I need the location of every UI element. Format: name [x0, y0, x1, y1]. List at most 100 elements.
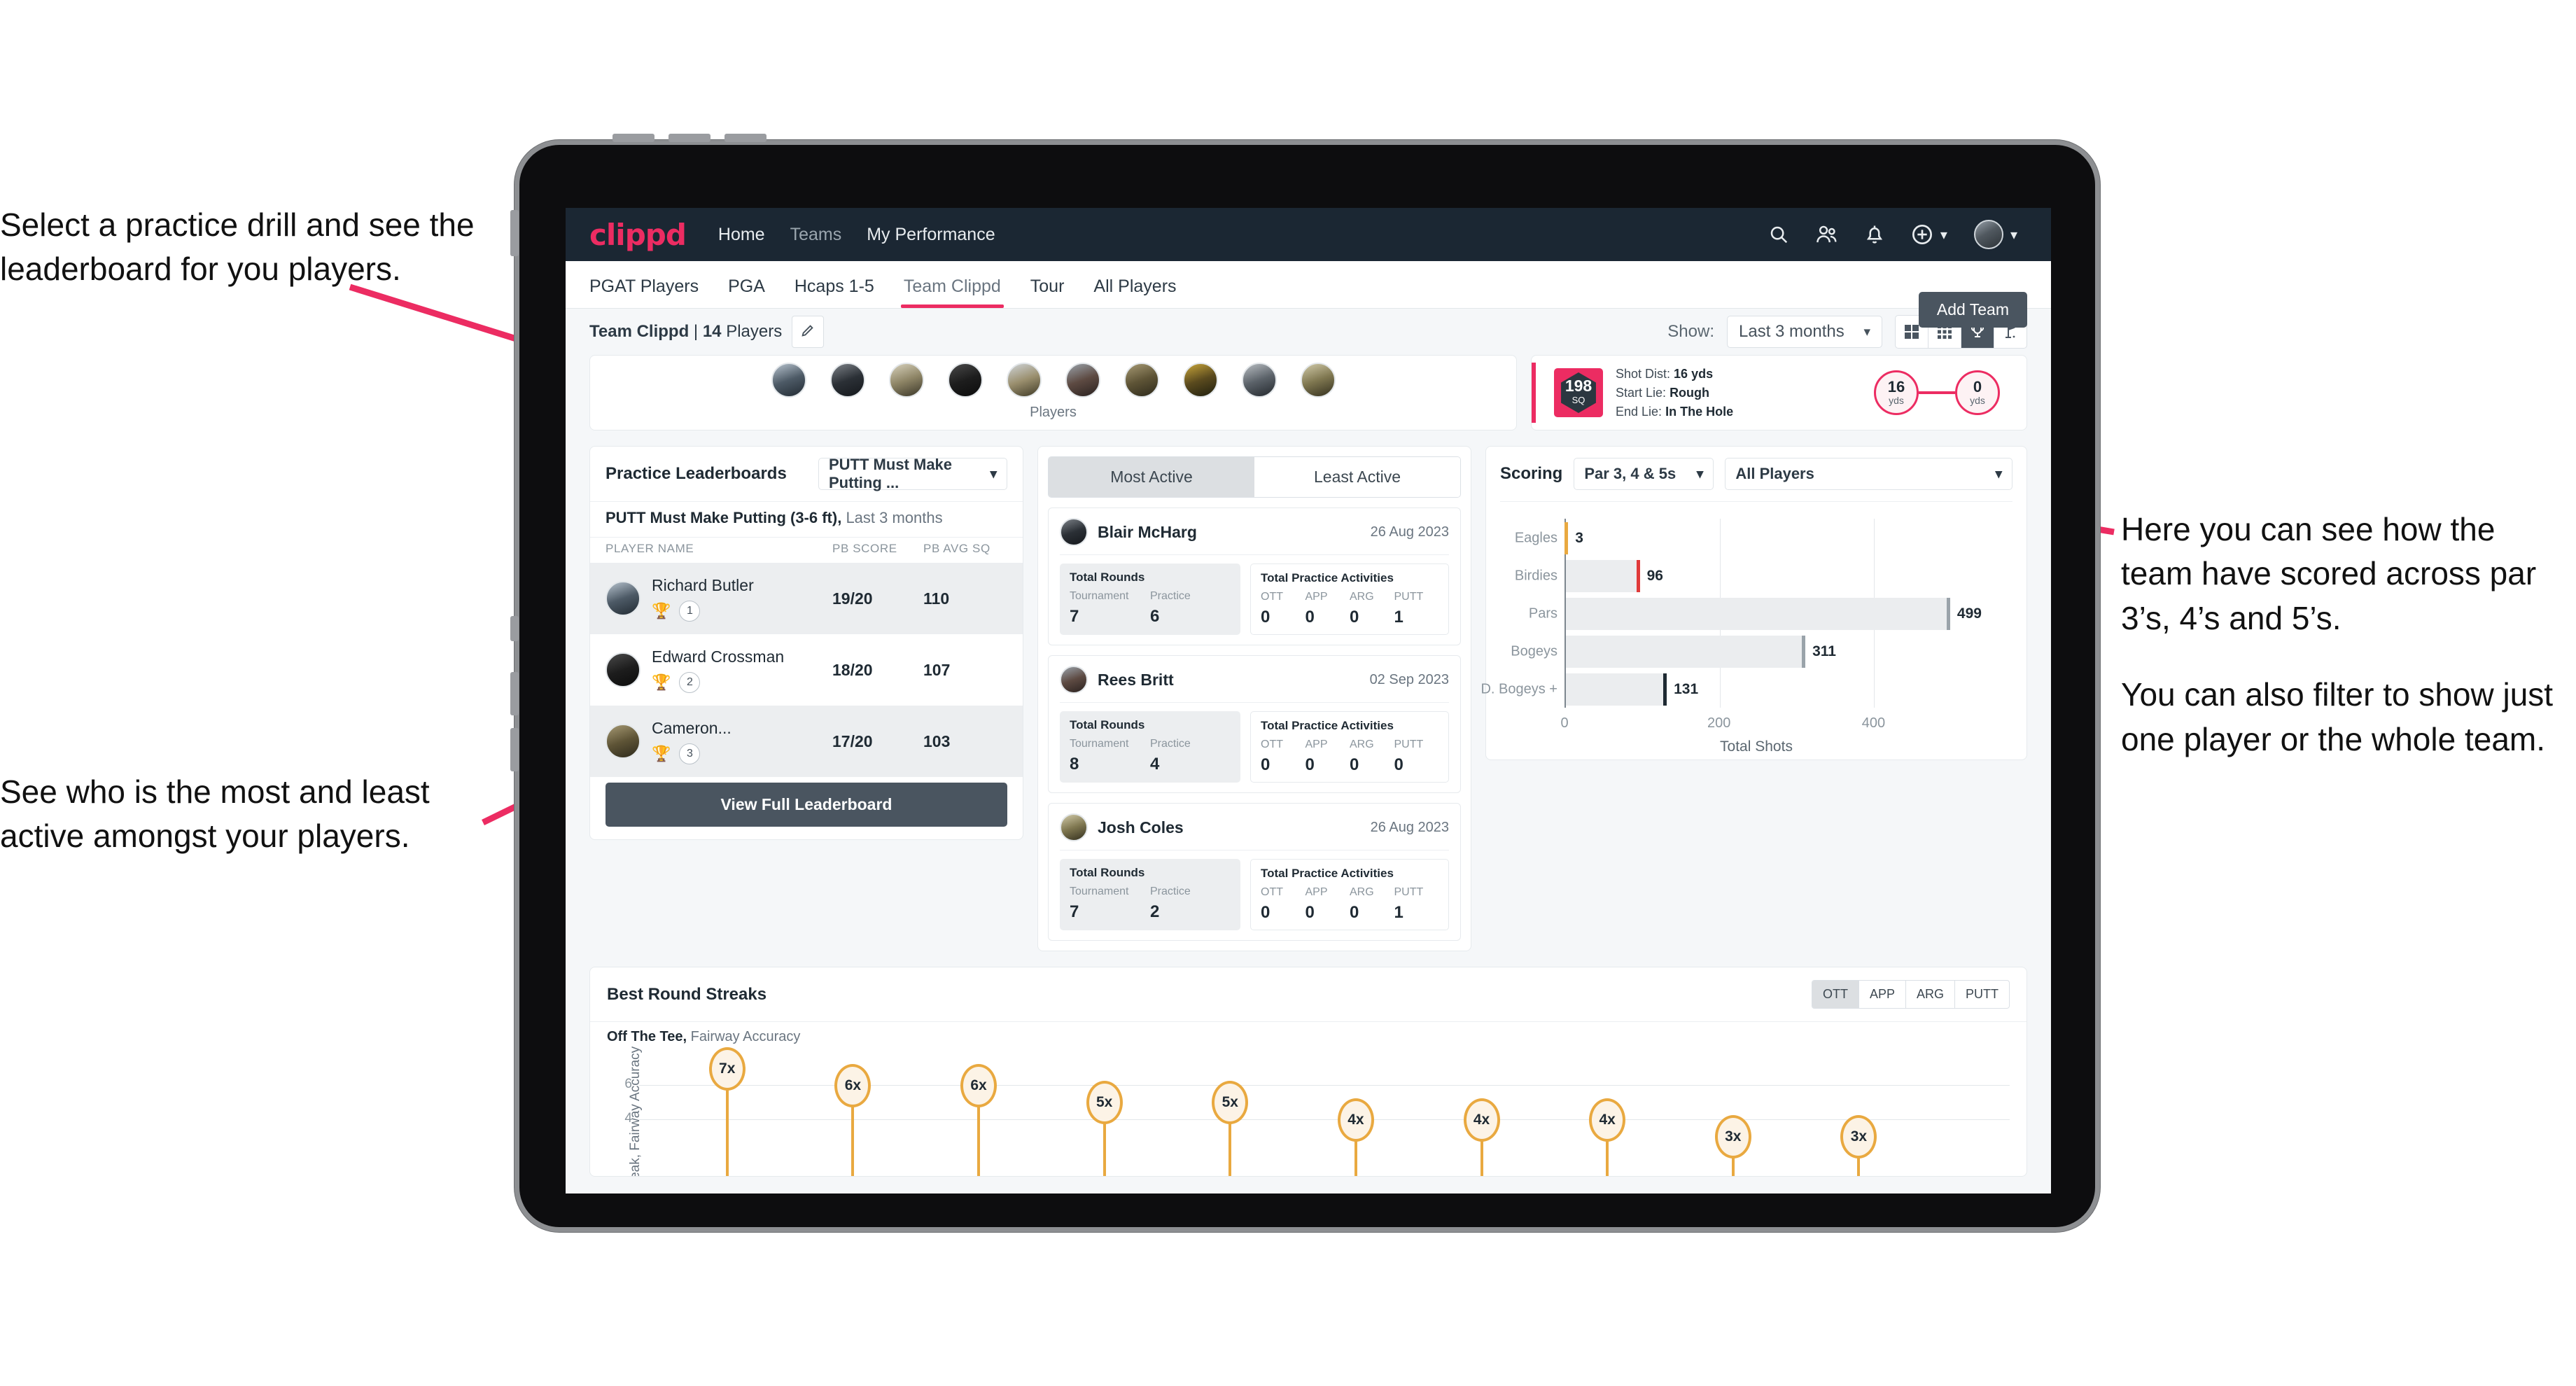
plus-circle-menu[interactable]: ▾ [1911, 223, 1947, 246]
clippd-logo[interactable]: clippd [589, 218, 687, 252]
tournament-label: Tournament [1070, 886, 1129, 897]
start-distance-circle: 16 yds [1874, 370, 1919, 415]
practice-label: Practice [1150, 590, 1191, 602]
table-row[interactable]: Richard Butler 🏆 1 19/20 110 [590, 563, 1023, 634]
show-label: Show: [1667, 322, 1714, 341]
drill-select-value: PUTT Must Make Putting ... [829, 456, 953, 491]
streak-marker[interactable]: 4x [1463, 1098, 1500, 1142]
table-row[interactable]: Edward Crossman 🏆 2 18/20 107 [590, 634, 1023, 706]
streaks-button-app[interactable]: APP [1859, 981, 1906, 1008]
tournament-col: Tournament 7 [1070, 590, 1150, 626]
tab-all-players[interactable]: All Players [1093, 276, 1176, 308]
streak-marker[interactable]: 7x [708, 1046, 746, 1091]
total-rounds-block: Total Rounds Tournament 7 Practice 2 [1060, 859, 1240, 930]
bar-tip [1802, 636, 1806, 668]
x-axis-tick: 200 [1707, 715, 1731, 731]
navbar-icons: ▾ ▾ [1768, 220, 2027, 249]
streaks-button-putt[interactable]: PUTT [1955, 981, 2009, 1008]
player-avatar[interactable] [1182, 363, 1218, 398]
practice-activities-title: Total Practice Activities [1261, 867, 1394, 880]
drill-select[interactable]: PUTT Must Make Putting ... ▾ [818, 456, 1007, 491]
player-avatar[interactable] [830, 363, 865, 398]
tablet-button-left-3 [510, 672, 519, 715]
streak-marker[interactable]: 5x [1086, 1081, 1123, 1125]
activity-tab-group: Most Active Least Active [1048, 456, 1461, 498]
y-axis-tick: 6 [624, 1076, 632, 1091]
player-avatar[interactable] [947, 363, 983, 398]
tab-least-active[interactable]: Least Active [1254, 457, 1460, 497]
activity-player-card[interactable]: Rees Britt 02 Sep 2023 Total Rounds Tournam… [1048, 655, 1461, 793]
bar-tip [1663, 673, 1667, 706]
activity-card-list: Blair McHarg 26 Aug 2023 Total Rounds Tourn… [1048, 507, 1461, 941]
ott-col: OTT 0 [1261, 738, 1306, 775]
team-toolbar: Team Clippd | 14 Players Show: Last 3 mo… [566, 309, 2051, 355]
streak-marker[interactable]: 6x [960, 1063, 997, 1107]
view-full-leaderboard-button[interactable]: View Full Leaderboard [606, 783, 1007, 827]
nav-link-teams[interactable]: Teams [790, 225, 842, 245]
activity-player-name: Blair McHarg [1098, 522, 1197, 541]
tab-most-active[interactable]: Most Active [1049, 457, 1254, 497]
activity-player-name: Josh Coles [1098, 818, 1184, 836]
player-avatar[interactable] [771, 363, 806, 398]
gridline: 4 [624, 1111, 2010, 1126]
annotation-right: Here you can see how the team have score… [2121, 507, 2569, 762]
shot-dist-value: 16 yds [1674, 366, 1714, 381]
tab-hcaps-1-5[interactable]: Hcaps 1-5 [794, 276, 874, 308]
bar-value-label: 311 [1812, 643, 1836, 660]
streak-marker[interactable]: 4x [1337, 1098, 1374, 1142]
user-menu[interactable]: ▾ [1973, 220, 2017, 249]
activity-player-card[interactable]: Blair McHarg 26 Aug 2023 Total Rounds Tourn… [1048, 507, 1461, 645]
shot-detail-card: 198 SQ Shot Dist: 16 yds Start Lie: Roug… [1531, 355, 2027, 430]
tournament-col: Tournament 8 [1070, 738, 1150, 774]
annotation-bottom-left-text: See who is the most and least active amo… [0, 774, 430, 855]
nav-link-home[interactable]: Home [718, 225, 765, 245]
avatar [606, 724, 640, 759]
streak-marker[interactable]: 4x [1589, 1098, 1626, 1142]
practice-activities-cols: OTT 0 APP 0 ARG 0 PUTT 1 [1261, 886, 1438, 923]
arg-label: ARG [1350, 591, 1374, 603]
people-icon[interactable] [1816, 224, 1838, 245]
practice-activities-block: Total Practice Activities OTT 0 APP 0 ARG 0 PUT… [1250, 859, 1449, 930]
players-avatar-card: Players [589, 355, 1517, 430]
putt-value: 1 [1394, 903, 1404, 922]
x-axis-tick: 400 [1861, 715, 1886, 731]
tablet-button-left-2 [510, 616, 519, 641]
edit-team-button[interactable] [792, 316, 825, 348]
streak-marker[interactable]: 6x [834, 1063, 872, 1107]
player-avatar[interactable] [1300, 363, 1336, 398]
player-avatar[interactable] [1124, 363, 1159, 398]
par-select[interactable]: Par 3, 4 & 5s ▾ [1574, 458, 1714, 490]
table-row[interactable]: Cameron... 🏆 3 17/20 103 [590, 706, 1023, 777]
bar-group: Pars 499 [1529, 598, 1982, 631]
practice-leaderboard-title: Practice Leaderboards [606, 464, 787, 483]
tab-tour[interactable]: Tour [1030, 276, 1065, 308]
streak-marker[interactable]: 3x [1840, 1114, 1877, 1158]
activity-date: 26 Aug 2023 [1370, 524, 1449, 540]
activity-card-header: Josh Coles 26 Aug 2023 [1060, 813, 1449, 850]
tab-pga[interactable]: PGA [728, 276, 765, 308]
activity-player-card[interactable]: Josh Coles 26 Aug 2023 Total Rounds Tournam… [1048, 803, 1461, 941]
practice-activities-cols: OTT 0 APP 0 ARG 0 PUTT 1 [1261, 591, 1438, 627]
streak-marker[interactable]: 5x [1212, 1081, 1249, 1125]
date-range-select[interactable]: Last 3 months ▾ [1727, 316, 1882, 348]
tab-pgat-players[interactable]: PGAT Players [589, 276, 699, 308]
bar-value-label: 3 [1575, 530, 1583, 547]
start-distance-value: 16 [1887, 378, 1905, 396]
tab-team-clippd[interactable]: Team Clippd [900, 276, 1004, 308]
player-name: Cameron... [652, 718, 732, 737]
streaks-chart: Streak, Fairway Accuracy 4 6 7x 6x 6x 5x 5x 4x 4… [607, 1046, 2010, 1176]
streaks-button-arg[interactable]: ARG [1906, 981, 1955, 1008]
arg-col: ARG 0 [1350, 738, 1394, 775]
player-avatar[interactable] [1006, 363, 1042, 398]
player-avatar[interactable] [888, 363, 924, 398]
player-avatar[interactable] [1241, 363, 1277, 398]
nav-link-my-performance[interactable]: My Performance [867, 225, 995, 245]
bell-icon[interactable] [1865, 224, 1884, 245]
search-icon[interactable] [1768, 224, 1789, 245]
total-rounds-title: Total Rounds [1070, 718, 1145, 732]
streak-marker[interactable]: 3x [1714, 1114, 1751, 1158]
add-team-button[interactable]: Add Team [1918, 292, 2027, 328]
player-filter-select[interactable]: All Players ▾ [1725, 458, 2012, 490]
streaks-button-ott[interactable]: OTT [1812, 981, 1859, 1008]
player-avatar[interactable] [1065, 363, 1100, 398]
